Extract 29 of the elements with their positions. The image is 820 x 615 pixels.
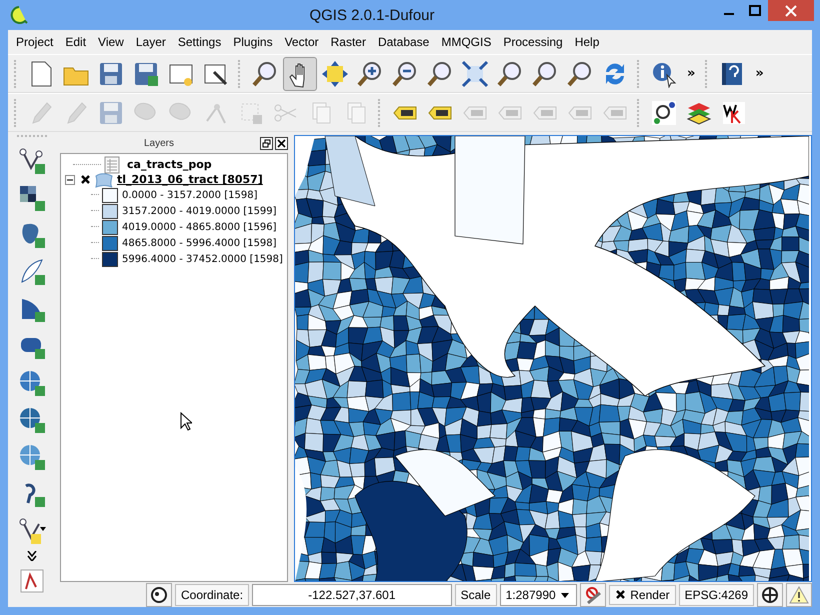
menu-item[interactable]: Raster bbox=[324, 35, 372, 49]
layer-name[interactable]: ca_tracts_pop bbox=[127, 158, 212, 171]
legend-label: 4019.0000 - 4865.8000 [1596] bbox=[122, 222, 277, 232]
menu-item[interactable]: MMQGIS bbox=[435, 35, 498, 49]
menu-item[interactable]: Vector bbox=[278, 35, 325, 49]
legend-label: 0.0000 - 3157.2000 [1598] bbox=[122, 190, 258, 200]
menu-item[interactable]: View bbox=[92, 35, 130, 49]
legend-label: 4865.8000 - 5996.4000 [1598] bbox=[122, 238, 277, 248]
menu-item[interactable]: Project bbox=[10, 35, 60, 49]
panel-title: Layers bbox=[142, 138, 175, 148]
layer-name[interactable]: tl_2013_06_tract [8057] bbox=[117, 173, 263, 186]
menu-item[interactable]: Settings bbox=[172, 35, 228, 49]
overflow-button[interactable]: » bbox=[750, 66, 769, 81]
crs-button[interactable]: EPSG:4269 bbox=[678, 584, 754, 606]
window-title: QGIS 2.0.1-Dufour bbox=[308, 6, 436, 24]
menu-item[interactable]: Processing bbox=[497, 35, 569, 49]
scale-combobox[interactable]: 1:287990 bbox=[500, 584, 578, 606]
render-checkbox[interactable]: Render bbox=[609, 584, 676, 604]
menu-item[interactable]: Help bbox=[568, 35, 606, 49]
menu-item[interactable]: Edit bbox=[59, 35, 92, 49]
menu-item[interactable]: Plugins bbox=[227, 35, 279, 49]
menu-item[interactable]: Layer bbox=[130, 35, 172, 49]
menu-item[interactable]: Database bbox=[372, 35, 436, 49]
legend-label: 5996.4000 - 37452.0000 [1598] bbox=[122, 254, 283, 264]
scale-label: Scale bbox=[454, 584, 497, 606]
coordinate-label: Coordinate: bbox=[175, 584, 250, 606]
legend-label: 3157.2000 - 4019.0000 [1599] bbox=[122, 206, 277, 216]
overflow-button[interactable]: » bbox=[682, 66, 700, 81]
coordinate-field[interactable]: -122.527,37.601 bbox=[252, 584, 452, 606]
